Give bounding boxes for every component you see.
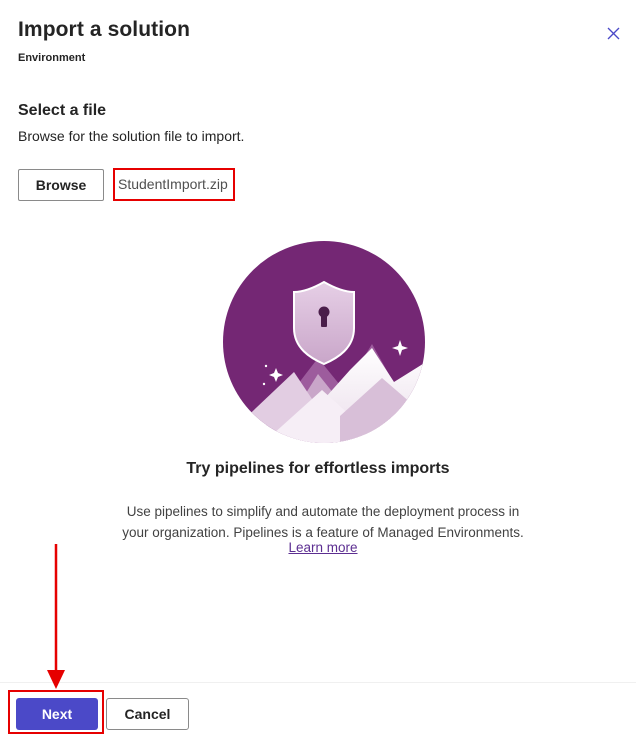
- shield-keyhole-mountains-illustration: [222, 240, 426, 444]
- selected-file-name: StudentImport.zip: [113, 168, 235, 201]
- dialog-title: Import a solution: [18, 18, 191, 41]
- promo-line-1: Use pipelines to simplify and automate t…: [126, 504, 520, 519]
- learn-more-link[interactable]: Learn more: [0, 540, 636, 555]
- promo-title: Try pipelines for effortless imports: [186, 460, 450, 477]
- cancel-button[interactable]: Cancel: [106, 698, 189, 730]
- select-file-heading: Select a file: [18, 102, 107, 119]
- promo-description: Use pipelines to simplify and automate t…: [100, 501, 546, 543]
- footer-divider: [0, 682, 636, 683]
- next-button[interactable]: Next: [16, 698, 98, 730]
- close-icon[interactable]: [602, 22, 624, 44]
- select-file-description: Browse for the solution file to import.: [18, 128, 245, 144]
- browse-button[interactable]: Browse: [18, 169, 104, 201]
- import-solution-panel: Import a solution Environment Select a f…: [0, 0, 636, 740]
- environment-label: Environment: [18, 52, 86, 64]
- red-arrow-annotation: [44, 544, 68, 690]
